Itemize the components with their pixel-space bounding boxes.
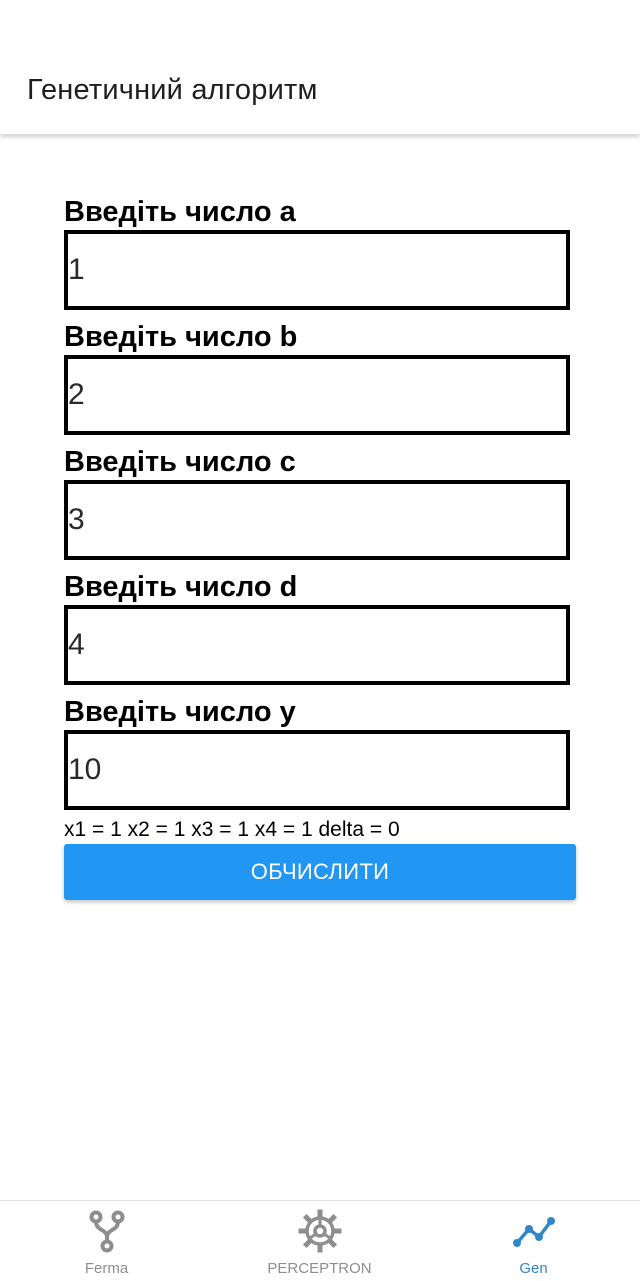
- input-c[interactable]: [68, 484, 566, 556]
- gear-icon: [298, 1209, 341, 1253]
- result-text: x1 = 1 x2 = 1 x3 = 1 x4 = 1 delta = 0: [64, 818, 400, 841]
- label-y: Введіть число y: [64, 696, 296, 728]
- label-b: Введіть число b: [64, 321, 298, 353]
- input-a-box[interactable]: [64, 230, 570, 310]
- tab-gen[interactable]: Gen: [427, 1201, 640, 1281]
- tab-ferma-label: Ferma: [84, 1260, 129, 1277]
- tab-gen-label: Gen: [519, 1260, 548, 1277]
- input-y-box[interactable]: [64, 730, 570, 810]
- input-b[interactable]: [68, 359, 566, 431]
- input-c-box[interactable]: [64, 480, 570, 560]
- page-title: Генетичний алгоритм: [27, 74, 318, 106]
- label-c: Введіть число c: [64, 446, 296, 478]
- input-b-box[interactable]: [64, 355, 570, 435]
- tab-perceptron-label: PERCEPTRON: [267, 1260, 372, 1277]
- app-bar: Генетичний алгоритм: [0, 0, 640, 135]
- line-chart-icon: [512, 1217, 555, 1247]
- bottom-tab-bar: Ferma PERCEPTRON Gen: [0, 1200, 640, 1281]
- tab-perceptron[interactable]: PERCEPTRON: [213, 1201, 426, 1281]
- calculate-button[interactable]: ОБЧИСЛИТИ: [64, 844, 576, 900]
- input-y[interactable]: [68, 734, 566, 806]
- input-a[interactable]: [68, 234, 566, 306]
- fork-icon: [89, 1210, 124, 1253]
- label-a: Введіть число a: [64, 196, 296, 228]
- input-d-box[interactable]: [64, 605, 570, 685]
- label-d: Введіть число d: [64, 571, 298, 603]
- input-d[interactable]: [68, 609, 566, 681]
- tab-ferma[interactable]: Ferma: [0, 1201, 213, 1281]
